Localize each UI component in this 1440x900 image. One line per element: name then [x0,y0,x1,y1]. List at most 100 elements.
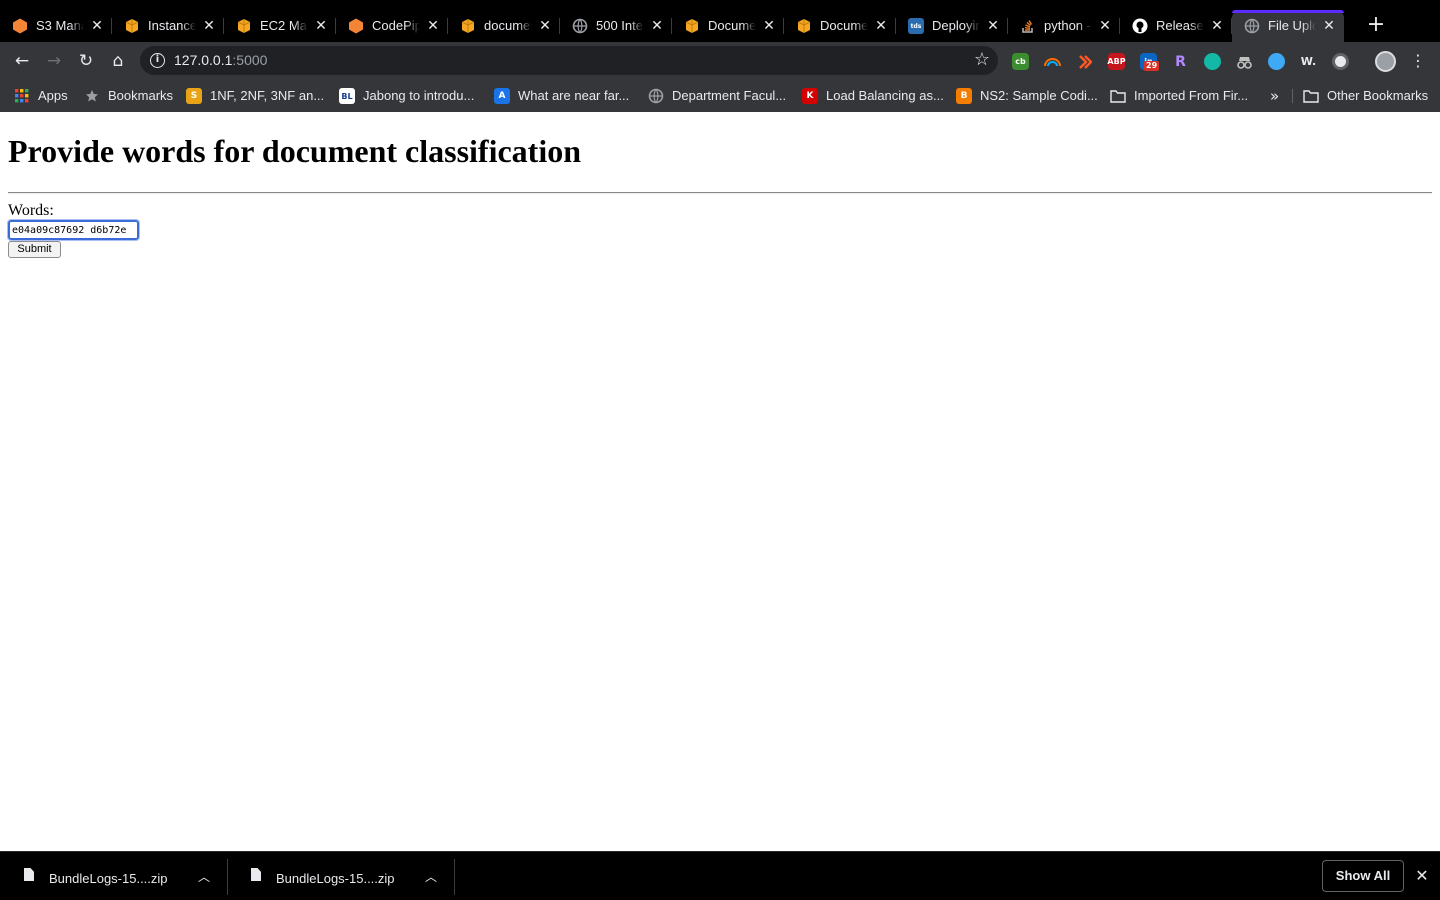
tab-title: CodePipeline [372,18,420,33]
w-extension-icon[interactable]: W. [1300,53,1317,70]
aws-box-icon [796,18,812,34]
new-tab-button[interactable]: + [1364,14,1388,38]
tab[interactable]: EC2 Management Console ✕ [224,10,336,42]
close-tab-icon[interactable]: ✕ [1322,17,1336,35]
aws-icon [12,18,28,34]
tab[interactable]: python - Stack Overflow ✕ [1008,10,1120,42]
bookmark-item[interactable]: Apps [14,86,68,106]
browser-toolbar: ← → ↻ ⌂ i 127.0.0.1:5000 ☆ cbABPin29RW. … [0,42,1440,80]
tab[interactable]: Documentation ✕ [672,10,784,42]
close-tab-icon[interactable]: ✕ [1098,17,1112,35]
bookmark-label: NS2: Sample Codi... [980,88,1098,103]
k-icon: K [802,88,818,104]
tab[interactable]: Releases ✕ [1120,10,1232,42]
tab[interactable]: Instances | EC2 ✕ [112,10,224,42]
bookmark-item[interactable]: Department Facul... [648,86,786,106]
close-tab-icon[interactable]: ✕ [202,17,216,35]
url-host: 127.0.0.1 [174,52,233,68]
bookmark-item[interactable]: Imported From Fir... [1110,86,1248,106]
tab-title: Releases [1156,18,1204,33]
download-separator [454,859,455,895]
bookmark-label: What are near far... [518,88,630,103]
chevron-up-icon[interactable]: ︿ [198,868,210,886]
globe-icon [572,18,588,34]
tab[interactable]: documentation ✕ [448,10,560,42]
blue-check-extension-icon[interactable] [1268,53,1285,70]
close-tab-icon[interactable]: ✕ [90,17,104,35]
aws-box-icon [460,18,476,34]
globe-icon [1244,18,1260,34]
tab[interactable]: S3 Management Console ✕ [0,10,112,42]
words-input[interactable] [7,219,140,241]
bookmark-item[interactable]: S 1NF, 2NF, 3NF an... [186,86,324,106]
bookmarks-divider [1292,89,1293,103]
bookmark-label: Department Facul... [672,88,787,103]
spy-extension-icon[interactable] [1236,53,1253,70]
bookmark-item[interactable]: A What are near far... [494,86,629,106]
tab-title: Documentation [708,18,756,33]
close-tab-icon[interactable]: ✕ [874,17,888,35]
close-tab-icon[interactable]: ✕ [314,17,328,35]
address-bar[interactable]: i 127.0.0.1:5000 ☆ [140,46,998,75]
tab-title: File Upload [1268,18,1316,33]
star-icon [84,88,100,104]
close-tab-icon[interactable]: ✕ [1210,17,1224,35]
tab[interactable]: Documentation ✕ [784,10,896,42]
divider [8,192,1432,194]
close-tab-icon[interactable]: ✕ [426,17,440,35]
profile-avatar[interactable] [1375,51,1396,72]
url-text[interactable]: 127.0.0.1:5000 [174,52,267,69]
bookmark-item[interactable]: BL Jabong to introdu... [339,86,474,106]
adblock-plus-icon[interactable]: ABP [1107,53,1126,70]
download-item[interactable]: BundleLogs-15....zip ︿ [0,859,228,895]
close-downloads-shelf-icon[interactable]: ✕ [1412,864,1432,888]
rainbow-extension-icon[interactable] [1044,53,1061,70]
close-tab-icon[interactable]: ✕ [986,17,1000,35]
bookmark-label: Jabong to introdu... [363,88,475,103]
tab-title: documentation [484,18,532,33]
chevron-up-icon[interactable]: ︿ [425,868,437,886]
home-button[interactable]: ⌂ [106,49,130,73]
cb-extension-icon[interactable]: cb [1012,53,1029,70]
linkedin-extension-icon[interactable]: in29 [1140,53,1160,71]
tab[interactable]: tds Deploying ✕ [896,10,1008,42]
tab[interactable]: 500 Internal Server Error ✕ [560,10,672,42]
reload-button[interactable]: ↻ [74,49,98,73]
bookmark-star-icon[interactable]: ☆ [974,49,990,71]
tab[interactable]: CodePipeline ✕ [336,10,448,42]
blogger-icon: B [956,88,972,104]
url-port: :5000 [232,52,268,68]
close-tab-icon[interactable]: ✕ [650,17,664,35]
tab-title: Deploying [932,18,980,33]
download-item[interactable]: BundleLogs-15....zip ︿ [227,859,455,895]
r-extension-icon[interactable]: R [1172,53,1189,70]
github-icon [1132,18,1148,34]
more-bookmarks-chevron-icon[interactable]: » [1270,86,1279,106]
circle-extension-icon[interactable] [1332,53,1349,70]
file-icon [251,868,261,881]
bookmark-item[interactable]: K Load Balancing as... [802,86,944,106]
green-circle-extension-icon[interactable] [1204,53,1221,70]
bookmarks-bar: Apps Bookmarks S 1NF, 2NF, 3NF an... BL Jabon… [0,80,1440,112]
arrow-extension-icon[interactable] [1076,53,1093,70]
bookmark-label: 1NF, 2NF, 3NF an... [210,88,325,103]
browser-menu-icon[interactable]: ⋮ [1410,49,1426,73]
forward-button[interactable]: → [42,49,66,73]
bookmark-item[interactable]: B NS2: Sample Codi... [956,86,1098,106]
tab-title: Documentation [820,18,868,33]
other-bookmarks-folder[interactable]: Other Bookmarks [1303,86,1428,106]
bookmark-label: Load Balancing as... [826,88,944,103]
site-info-icon[interactable]: i [150,53,165,68]
notification-badge: 29 [1144,61,1160,71]
tab-active[interactable]: File Upload ✕ [1232,10,1344,42]
back-button[interactable]: ← [10,49,34,73]
globe-icon [648,88,664,104]
submit-button[interactable]: Submit [8,241,61,258]
page-content: Provide words for document classificatio… [0,112,1440,851]
close-tab-icon[interactable]: ✕ [538,17,552,35]
aws-box-icon [124,18,140,34]
close-tab-icon[interactable]: ✕ [762,17,776,35]
bookmark-item[interactable]: Bookmarks [84,86,173,106]
tab-title: 500 Internal Server Error [596,18,644,33]
show-all-downloads-button[interactable]: Show All [1322,860,1404,892]
